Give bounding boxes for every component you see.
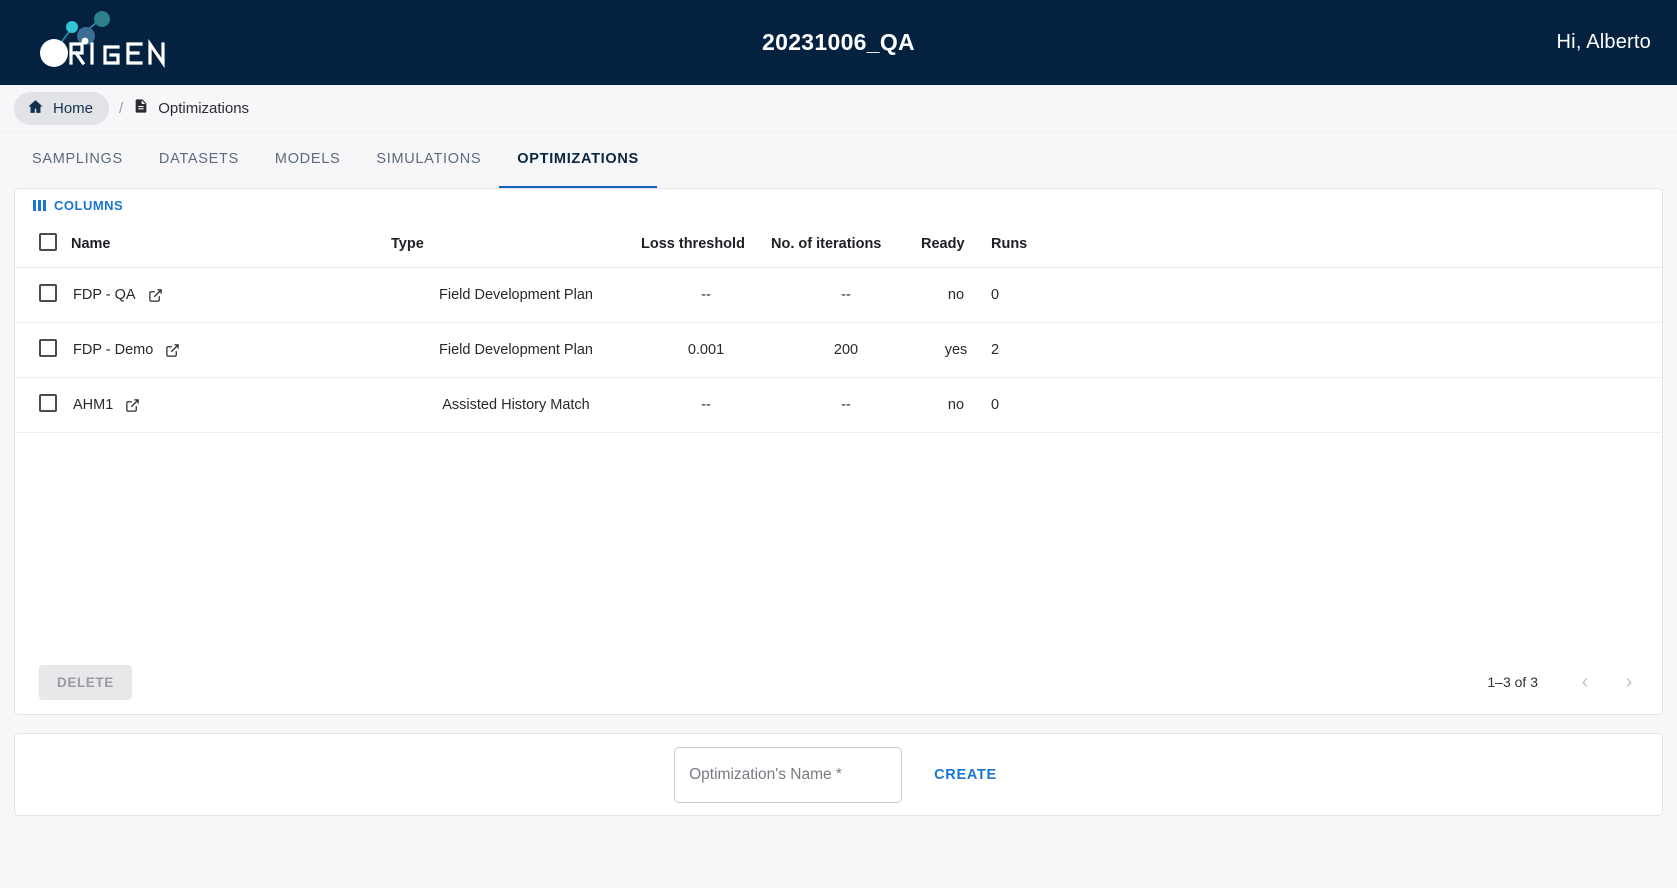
breadcrumb-current-label: Optimizations (158, 99, 250, 117)
open-external-icon[interactable] (148, 288, 163, 303)
optimizations-table-card: COLUMNS Name Type Loss threshold No. of … (14, 188, 1663, 715)
pagination-prev-icon[interactable]: ‹ (1566, 663, 1604, 701)
column-header-ready[interactable]: Ready (921, 221, 991, 268)
tab-simulations[interactable]: SIMULATIONS (358, 132, 499, 188)
row-checkbox[interactable] (39, 284, 57, 302)
cell-ready: no (921, 377, 991, 433)
cell-runs: 0 (991, 377, 1051, 433)
pagination: 1–3 of 3 ‹ › (1487, 663, 1648, 701)
column-header-iterations[interactable]: No. of iterations (771, 221, 921, 268)
columns-button[interactable]: COLUMNS (29, 196, 127, 215)
document-icon (133, 97, 149, 119)
tab-label: SAMPLINGS (32, 151, 123, 167)
column-header-runs[interactable]: Runs (991, 221, 1051, 268)
user-greeting[interactable]: Hi, Alberto (1557, 31, 1651, 54)
open-external-icon[interactable] (125, 398, 140, 413)
table-header-row: Name Type Loss threshold No. of iteratio… (15, 221, 1662, 268)
select-all-checkbox[interactable] (39, 233, 57, 251)
open-external-icon[interactable] (165, 343, 180, 358)
cell-type: Field Development Plan (391, 267, 641, 323)
row-checkbox[interactable] (39, 394, 57, 412)
cell-name: AHM1 (71, 377, 391, 433)
tab-optimizations[interactable]: OPTIMIZATIONS (499, 132, 657, 188)
cell-loss: -- (641, 267, 771, 323)
cell-runs: 2 (991, 322, 1051, 378)
table-row[interactable]: FDP - Demo Field Development Plan 0.001 … (15, 322, 1662, 378)
breadcrumb: Home / Optimizations (0, 85, 1677, 132)
delete-button[interactable]: DELETE (39, 664, 132, 700)
cell-spacer (1051, 377, 1662, 433)
cell-spacer (1051, 267, 1662, 323)
column-header-type[interactable]: Type (391, 221, 641, 268)
tab-samplings[interactable]: SAMPLINGS (14, 132, 141, 188)
cell-name: FDP - QA (71, 267, 391, 323)
create-button[interactable]: CREATE (928, 759, 1003, 791)
table-empty-space (15, 433, 1662, 650)
columns-button-label: COLUMNS (54, 197, 124, 213)
cell-ready: yes (921, 322, 991, 378)
home-icon (27, 98, 44, 119)
select-all-header (15, 221, 71, 268)
tab-label: MODELS (274, 151, 341, 167)
table-footer: DELETE 1–3 of 3 ‹ › (15, 650, 1662, 714)
row-name-label: FDP - Demo (73, 342, 154, 358)
cell-name: FDP - Demo (71, 322, 391, 378)
pagination-next-icon[interactable]: › (1610, 663, 1648, 701)
pagination-count: 1–3 of 3 (1487, 674, 1538, 690)
cell-iterations: -- (771, 377, 921, 433)
tab-label: DATASETS (158, 151, 239, 167)
create-optimization-bar: CREATE (14, 733, 1663, 816)
row-select-cell (15, 322, 71, 378)
tab-datasets[interactable]: DATASETS (141, 132, 257, 188)
table-row[interactable]: FDP - QA Field Development Plan -- -- no… (15, 267, 1662, 323)
column-header-spacer (1051, 221, 1662, 268)
cell-iterations: 200 (771, 322, 921, 378)
row-name-label: AHM1 (73, 397, 114, 413)
app-header: 20231006_QA Hi, Alberto (0, 0, 1677, 85)
optimization-name-input[interactable] (674, 746, 903, 803)
table-toolbar: COLUMNS (15, 189, 1662, 221)
cell-loss: -- (641, 377, 771, 433)
breadcrumb-item-optimizations[interactable]: Optimizations (133, 97, 249, 119)
column-header-loss[interactable]: Loss threshold (641, 221, 771, 268)
cell-runs: 0 (991, 267, 1051, 323)
section-tabs: SAMPLINGS DATASETS MODELS SIMULATIONS OP… (0, 132, 1677, 188)
row-select-cell (15, 267, 71, 323)
tab-models[interactable]: MODELS (257, 132, 358, 188)
breadcrumb-item-home[interactable]: Home (14, 91, 110, 125)
tab-label: SIMULATIONS (376, 151, 482, 167)
breadcrumb-home-label: Home (53, 99, 94, 117)
breadcrumb-separator: / (119, 99, 124, 117)
page-body: COLUMNS Name Type Loss threshold No. of … (0, 188, 1677, 888)
cell-ready: no (921, 267, 991, 323)
table-row[interactable]: AHM1 Assisted History Match -- -- no 0 (15, 377, 1662, 433)
row-checkbox[interactable] (39, 339, 57, 357)
optimizations-table: Name Type Loss threshold No. of iteratio… (15, 221, 1662, 433)
tab-label: OPTIMIZATIONS (517, 151, 639, 167)
page-title: 20231006_QA (762, 29, 915, 55)
column-header-name[interactable]: Name (71, 221, 391, 268)
row-name-label: FDP - QA (73, 287, 136, 303)
cell-type: Assisted History Match (391, 377, 641, 433)
row-select-cell (15, 377, 71, 433)
cell-iterations: -- (771, 267, 921, 323)
cell-type: Field Development Plan (391, 322, 641, 378)
cell-loss: 0.001 (641, 322, 771, 378)
columns-icon (33, 199, 46, 211)
cell-spacer (1051, 322, 1662, 378)
